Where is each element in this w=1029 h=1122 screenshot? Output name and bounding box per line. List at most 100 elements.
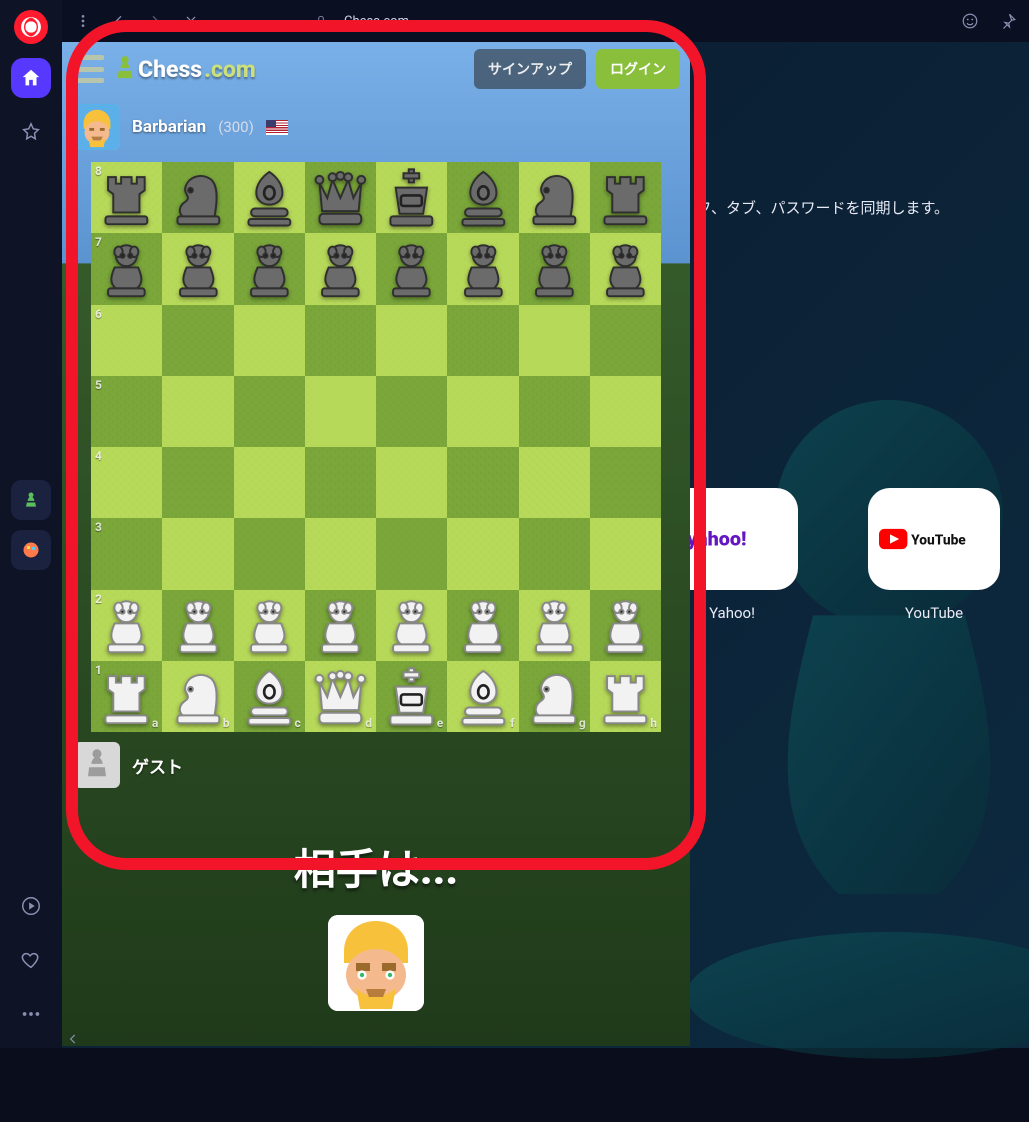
tab-pin-button[interactable] [995,8,1021,34]
square-b4[interactable] [162,447,233,518]
square-h5[interactable] [590,376,661,447]
black-pawn[interactable] [523,238,586,302]
chess-board[interactable]: 87654321abcdefgh [91,162,661,732]
square-d7[interactable] [305,233,376,304]
square-a5[interactable]: 5 [91,376,162,447]
white-pawn[interactable] [238,594,301,658]
white-bishop[interactable] [238,665,301,729]
square-e3[interactable] [376,518,447,589]
shortcut-youtube[interactable]: YouTube YouTube [855,488,1013,622]
square-h2[interactable] [590,590,661,661]
tab-menu-button[interactable] [70,8,96,34]
square-e1[interactable]: e [376,661,447,732]
sidebar-workspace-chess[interactable] [11,480,51,520]
square-e5[interactable] [376,376,447,447]
square-d8[interactable] [305,162,376,233]
black-pawn[interactable] [594,238,657,302]
square-h8[interactable] [590,162,661,233]
square-b8[interactable] [162,162,233,233]
sidebar-heart-button[interactable] [11,940,51,980]
square-f1[interactable]: f [447,661,518,732]
black-king[interactable] [380,166,443,230]
square-d5[interactable] [305,376,376,447]
chess-logo[interactable]: Chess.com [114,54,256,84]
white-knight[interactable] [167,665,230,729]
square-b2[interactable] [162,590,233,661]
menu-button[interactable] [72,55,104,83]
square-h6[interactable] [590,305,661,376]
tab-emoji-button[interactable] [957,8,983,34]
white-pawn[interactable] [594,594,657,658]
square-f4[interactable] [447,447,518,518]
square-h3[interactable] [590,518,661,589]
square-d3[interactable] [305,518,376,589]
sidebar-home-button[interactable] [11,58,51,98]
white-pawn[interactable] [95,594,158,658]
black-pawn[interactable] [380,238,443,302]
square-a4[interactable]: 4 [91,447,162,518]
square-g4[interactable] [519,447,590,518]
white-pawn[interactable] [523,594,586,658]
black-pawn[interactable] [95,238,158,302]
square-d4[interactable] [305,447,376,518]
square-e6[interactable] [376,305,447,376]
square-b7[interactable] [162,233,233,304]
sidebar-player-button[interactable] [11,886,51,926]
square-g5[interactable] [519,376,590,447]
square-h1[interactable]: h [590,661,661,732]
square-b5[interactable] [162,376,233,447]
white-pawn[interactable] [452,594,515,658]
square-f5[interactable] [447,376,518,447]
square-b6[interactable] [162,305,233,376]
login-button[interactable]: ログイン [596,49,680,89]
black-bishop[interactable] [452,166,515,230]
tab-back-button[interactable] [106,8,132,34]
square-a6[interactable]: 6 [91,305,162,376]
square-d6[interactable] [305,305,376,376]
square-e7[interactable] [376,233,447,304]
square-a8[interactable]: 8 [91,162,162,233]
white-pawn[interactable] [380,594,443,658]
square-c6[interactable] [234,305,305,376]
black-queen[interactable] [309,166,372,230]
white-pawn[interactable] [309,594,372,658]
square-f8[interactable] [447,162,518,233]
square-c8[interactable] [234,162,305,233]
square-g7[interactable] [519,233,590,304]
sidebar-favorites-button[interactable] [11,112,51,152]
square-d2[interactable] [305,590,376,661]
square-g8[interactable] [519,162,590,233]
black-bishop[interactable] [238,166,301,230]
black-pawn[interactable] [452,238,515,302]
white-rook[interactable] [594,665,657,729]
square-c2[interactable] [234,590,305,661]
white-queen[interactable] [309,665,372,729]
white-rook[interactable] [95,665,158,729]
square-c7[interactable] [234,233,305,304]
black-pawn[interactable] [309,238,372,302]
square-e2[interactable] [376,590,447,661]
square-h4[interactable] [590,447,661,518]
white-knight[interactable] [523,665,586,729]
square-a3[interactable]: 3 [91,518,162,589]
tab-close-button[interactable] [178,8,204,34]
self-avatar[interactable] [74,742,120,788]
square-c5[interactable] [234,376,305,447]
square-b1[interactable]: b [162,661,233,732]
square-c4[interactable] [234,447,305,518]
white-king[interactable] [380,665,443,729]
square-h7[interactable] [590,233,661,304]
square-c1[interactable]: c [234,661,305,732]
square-a2[interactable]: 2 [91,590,162,661]
white-bishop[interactable] [452,665,515,729]
square-a1[interactable]: 1a [91,661,162,732]
white-pawn[interactable] [167,594,230,658]
signup-button[interactable]: サインアップ [474,49,586,89]
tab-forward-button[interactable] [142,8,168,34]
square-f7[interactable] [447,233,518,304]
black-rook[interactable] [594,166,657,230]
square-d1[interactable]: d [305,661,376,732]
opera-logo[interactable] [14,10,48,44]
black-pawn[interactable] [167,238,230,302]
square-g6[interactable] [519,305,590,376]
